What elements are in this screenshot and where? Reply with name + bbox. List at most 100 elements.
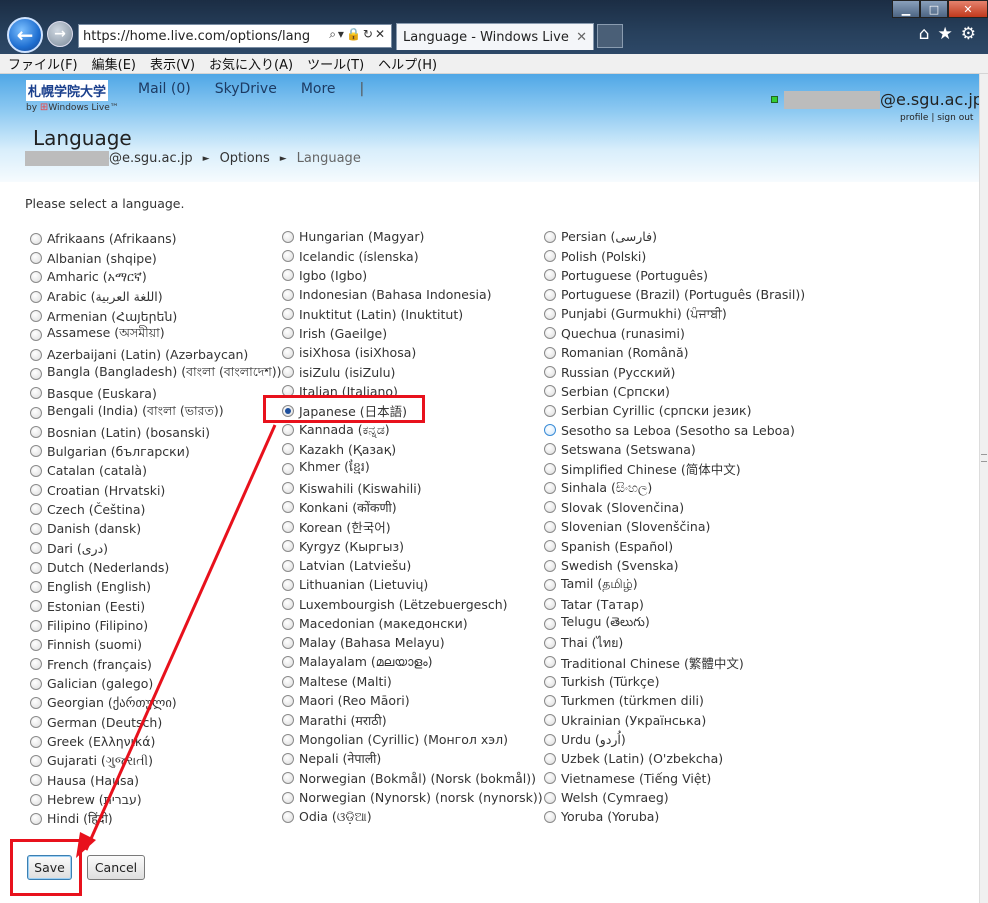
language-option[interactable]: Indonesian (Bahasa Indonesia) — [282, 285, 543, 304]
radio-button[interactable] — [544, 540, 556, 553]
language-option[interactable]: Bulgarian (български) — [30, 442, 281, 461]
language-option[interactable]: Gujarati (ગુજરાતી) — [30, 751, 281, 770]
language-option[interactable]: Korean (한국어) — [282, 517, 543, 536]
language-option[interactable]: Greek (Ελληνικά) — [30, 732, 281, 751]
radio-button[interactable] — [282, 772, 294, 785]
language-option[interactable]: Mongolian (Cyrillic) (Монгол хэл) — [282, 730, 543, 749]
maximize-icon[interactable]: □ — [920, 0, 948, 18]
language-option[interactable]: Catalan (català) — [30, 461, 281, 480]
language-option[interactable]: Portuguese (Português) — [544, 266, 805, 285]
language-option[interactable]: Slovenian (Slovenščina) — [544, 517, 805, 536]
forward-arrow-icon[interactable]: → — [47, 21, 73, 47]
language-option[interactable]: Inuktitut (Latin) (Inuktitut) — [282, 304, 543, 323]
language-option[interactable]: Danish (dansk) — [30, 519, 281, 538]
radio-button[interactable] — [30, 329, 42, 342]
language-option[interactable]: Afrikaans (Afrikaans) — [30, 229, 281, 248]
language-option[interactable]: Macedonian (македонски) — [282, 614, 543, 633]
radio-button[interactable] — [544, 250, 556, 263]
cancel-button[interactable]: Cancel — [87, 855, 145, 880]
language-option[interactable]: Basque (Euskara) — [30, 384, 281, 403]
language-option[interactable]: Odia (ଓଡ଼ିଆ) — [282, 807, 543, 826]
radio-button[interactable] — [544, 714, 556, 727]
radio-button[interactable] — [30, 368, 42, 381]
language-option[interactable]: Uzbek (Latin) (O'zbekcha) — [544, 749, 805, 768]
radio-button[interactable] — [544, 424, 556, 437]
language-option[interactable]: Hindi (हिंदी) — [30, 809, 281, 828]
radio-button[interactable] — [30, 696, 42, 709]
language-option[interactable]: Portuguese (Brazil) (Português (Brasil)) — [544, 285, 805, 304]
language-option[interactable]: Galician (galego) — [30, 674, 281, 693]
radio-button[interactable] — [282, 501, 294, 514]
language-option[interactable]: Persian (فارسى) — [544, 227, 805, 246]
language-option[interactable]: Czech (Čeština) — [30, 500, 281, 519]
nav-more[interactable]: More — [301, 81, 336, 97]
language-option[interactable]: Lithuanian (Lietuvių) — [282, 575, 543, 594]
language-option[interactable]: Bosnian (Latin) (bosanski) — [30, 422, 281, 441]
language-option[interactable]: Luxembourgish (Lëtzebuergesch) — [282, 595, 543, 614]
radio-button[interactable] — [30, 232, 42, 245]
language-option[interactable]: Serbian Cyrillic (српски језик) — [544, 401, 805, 420]
radio-button[interactable] — [30, 484, 42, 497]
language-option[interactable]: Turkish (Türkçe) — [544, 672, 805, 691]
radio-button[interactable] — [30, 793, 42, 806]
language-option[interactable]: Welsh (Cymraeg) — [544, 788, 805, 807]
language-option[interactable]: Spanish (Español) — [544, 537, 805, 556]
language-option[interactable]: Tamil (தமிழ்) — [544, 575, 805, 594]
nav-skydrive[interactable]: SkyDrive — [215, 81, 277, 97]
radio-button[interactable] — [30, 271, 42, 284]
language-option[interactable]: Maori (Reo Māori) — [282, 691, 543, 710]
language-option[interactable]: Hungarian (Magyar) — [282, 227, 543, 246]
language-option[interactable]: Setswana (Setswana) — [544, 440, 805, 459]
language-option[interactable]: Croatian (Hrvatski) — [30, 480, 281, 499]
language-option[interactable]: Kazakh (Қазақ) — [282, 440, 543, 459]
address-actions-icon[interactable]: ⌕▾🔒↻✕ — [329, 27, 387, 42]
language-option[interactable]: Urdu (اُردو) — [544, 730, 805, 749]
language-option[interactable]: Slovak (Slovenčina) — [544, 498, 805, 517]
star-icon[interactable]: ★ — [938, 24, 961, 44]
radio-button[interactable] — [544, 462, 556, 475]
radio-button[interactable] — [282, 269, 294, 282]
language-option[interactable]: Bengali (India) (বাংলা (ভারত)) — [30, 403, 281, 422]
language-option[interactable]: Traditional Chinese (繁體中文) — [544, 653, 805, 672]
sign-out-link[interactable]: sign out — [937, 113, 973, 123]
radio-button[interactable] — [544, 385, 556, 398]
language-option[interactable]: Quechua (runasimi) — [544, 324, 805, 343]
language-option[interactable]: Marathi (मराठी) — [282, 711, 543, 730]
language-option[interactable]: Vietnamese (Tiếng Việt) — [544, 769, 805, 788]
radio-button[interactable] — [282, 733, 294, 746]
radio-button[interactable] — [544, 327, 556, 340]
address-bar[interactable]: https://home.live.com/options/lang ⌕▾🔒↻✕ — [78, 24, 392, 48]
radio-button[interactable] — [282, 578, 294, 591]
radio-button[interactable] — [282, 617, 294, 630]
language-option[interactable]: Khmer (ខ្មែរ) — [282, 459, 543, 478]
language-option[interactable]: Simplified Chinese (简体中文) — [544, 459, 805, 478]
language-option[interactable]: Irish (Gaeilge) — [282, 324, 543, 343]
radio-button[interactable] — [282, 366, 294, 379]
radio-button[interactable] — [544, 636, 556, 649]
radio-button[interactable] — [544, 269, 556, 282]
radio-button[interactable] — [30, 735, 42, 748]
minimize-icon[interactable]: ▁ — [892, 0, 920, 18]
language-option[interactable]: Malayalam (മലയാളം) — [282, 653, 543, 672]
language-option[interactable]: Sesotho sa Leboa (Sesotho sa Leboa) — [544, 420, 805, 439]
radio-button[interactable] — [544, 482, 556, 495]
language-option[interactable]: Romanian (Română) — [544, 343, 805, 362]
radio-button[interactable] — [30, 522, 42, 535]
radio-button[interactable] — [30, 754, 42, 767]
radio-button[interactable] — [30, 503, 42, 516]
menu-view[interactable]: 表示(V) — [150, 54, 195, 73]
radio-button[interactable] — [282, 675, 294, 688]
radio-button[interactable] — [30, 716, 42, 729]
new-tab-button[interactable] — [597, 24, 623, 48]
radio-button[interactable] — [544, 288, 556, 301]
language-option[interactable]: Kannada (ಕನ್ನಡ) — [282, 420, 543, 439]
language-option[interactable]: Norwegian (Bokmål) (Norsk (bokmål)) — [282, 769, 543, 788]
radio-button[interactable] — [282, 714, 294, 727]
language-option[interactable]: Azerbaijani (Latin) (Azərbaycan) — [30, 345, 281, 364]
language-option[interactable]: Russian (Русский) — [544, 362, 805, 381]
radio-button[interactable] — [544, 791, 556, 804]
radio-button[interactable] — [30, 426, 42, 439]
radio-button[interactable] — [30, 619, 42, 632]
radio-button[interactable] — [282, 462, 294, 475]
radio-button[interactable] — [30, 387, 42, 400]
